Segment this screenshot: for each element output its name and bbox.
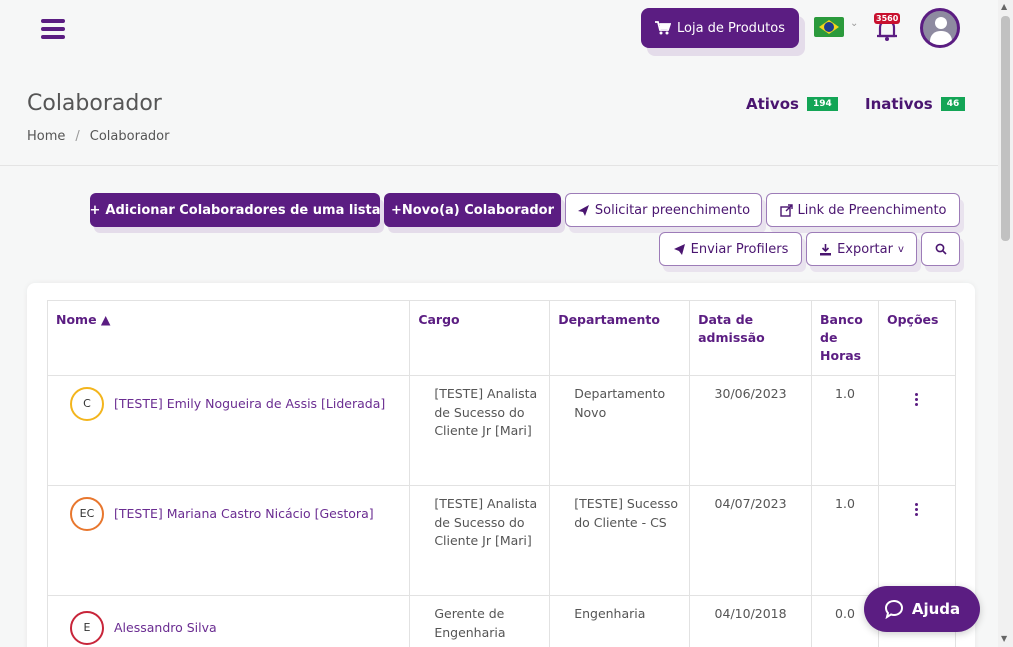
scroll-up-icon[interactable]: ▲ bbox=[1001, 2, 1007, 11]
col-name-header[interactable]: Nome ▲ bbox=[46, 300, 411, 376]
breadcrumb: Home / Colaborador bbox=[27, 129, 169, 144]
add-from-list-button[interactable]: + Adicionar Colaboradores de uma lista bbox=[89, 193, 381, 227]
brazil-flag-icon[interactable] bbox=[814, 17, 844, 37]
inactive-count-badge: 46 bbox=[940, 97, 966, 111]
active-count-badge: 194 bbox=[806, 97, 838, 111]
breadcrumb-home[interactable]: Home bbox=[27, 129, 65, 144]
page-title: Colaborador bbox=[27, 91, 162, 116]
help-button[interactable]: Ajuda bbox=[864, 586, 980, 632]
avatar-initials: EC bbox=[70, 497, 104, 531]
breadcrumb-separator: / bbox=[75, 129, 80, 144]
hours-cell: 1.0 bbox=[811, 485, 879, 596]
fill-link-button[interactable]: Link de Preenchimento bbox=[766, 193, 960, 227]
plane-icon bbox=[577, 204, 589, 216]
send-profilers-label: Enviar Profilers bbox=[690, 241, 789, 257]
employee-name-link[interactable]: [TESTE] Mariana Castro Nicácio [Gestora] bbox=[114, 505, 374, 524]
send-profilers-button[interactable]: Enviar Profilers bbox=[659, 232, 802, 266]
breadcrumb-current: Colaborador bbox=[89, 129, 170, 144]
scrollbar-thumb[interactable] bbox=[1001, 16, 1010, 241]
scrollbar[interactable]: ▲ ▼ bbox=[998, 0, 1013, 647]
col-role-header[interactable]: Cargo bbox=[409, 300, 551, 376]
employees-table: Nome ▲ Cargo Departamento Data de admiss… bbox=[46, 300, 957, 647]
request-fill-label: Solicitar preenchimento bbox=[594, 202, 751, 218]
col-hours-header[interactable]: Banco de Horas bbox=[811, 300, 879, 376]
employee-name-link[interactable]: Alessandro Silva bbox=[114, 619, 217, 638]
request-fill-button[interactable]: Solicitar preenchimento bbox=[565, 193, 762, 227]
col-options-header: Opções bbox=[877, 300, 957, 376]
role-cell: Gerente de Engenharia bbox=[409, 595, 551, 647]
divider bbox=[0, 165, 998, 166]
top-bar: Loja de Produtos ⌄ 3560 bbox=[0, 0, 998, 64]
employee-name-link[interactable]: [TESTE] Emily Nogueira de Assis [Liderad… bbox=[114, 395, 385, 414]
new-employee-label: +Novo(a) Colaborador bbox=[390, 202, 555, 218]
fill-link-label: Link de Preenchimento bbox=[797, 202, 947, 218]
inactive-filter[interactable]: Inativos 46 bbox=[865, 95, 966, 113]
external-link-icon bbox=[779, 203, 793, 217]
scroll-down-icon[interactable]: ▼ bbox=[1001, 634, 1007, 643]
shop-button-label: Loja de Produtos bbox=[677, 20, 785, 36]
search-icon bbox=[935, 243, 947, 255]
col-department-header[interactable]: Departamento bbox=[549, 300, 691, 376]
notification-badge: 3560 bbox=[874, 13, 901, 24]
plus-icon: + bbox=[89, 202, 101, 218]
row-options-icon[interactable] bbox=[887, 503, 947, 516]
active-label: Ativos bbox=[746, 95, 799, 113]
export-dropdown[interactable]: Exportar v bbox=[806, 232, 917, 266]
col-admission-header[interactable]: Data de admissão bbox=[689, 300, 813, 376]
department-cell: [TESTE] Sucesso do Cliente - CS bbox=[549, 485, 691, 596]
department-cell: Departamento Novo bbox=[549, 375, 691, 486]
add-from-list-label: Adicionar Colaboradores de uma lista bbox=[105, 202, 381, 218]
chat-bubble-icon bbox=[884, 599, 903, 619]
new-employee-button[interactable]: +Novo(a) Colaborador bbox=[384, 193, 561, 227]
chevron-down-icon[interactable]: ⌄ bbox=[850, 18, 858, 29]
admission-cell: 30/06/2023 bbox=[689, 375, 813, 486]
help-label: Ajuda bbox=[911, 600, 961, 618]
table-row: E Alessandro Silva Gerente de Engenharia … bbox=[46, 595, 957, 647]
avatar-initials: C bbox=[70, 387, 104, 421]
department-cell: Engenharia bbox=[549, 595, 691, 647]
table-row: EC [TESTE] Mariana Castro Nicácio [Gestor… bbox=[46, 485, 957, 596]
export-label: Exportar bbox=[837, 241, 893, 257]
row-options-icon[interactable] bbox=[887, 393, 947, 406]
admission-cell: 04/10/2018 bbox=[689, 595, 813, 647]
search-button[interactable] bbox=[921, 232, 960, 266]
inactive-label: Inativos bbox=[865, 95, 933, 113]
menu-icon[interactable] bbox=[41, 19, 65, 39]
admission-cell: 04/07/2023 bbox=[689, 485, 813, 596]
download-icon bbox=[820, 243, 832, 255]
role-cell: [TESTE] Analista de Sucesso do Cliente J… bbox=[409, 375, 551, 486]
hours-cell: 1.0 bbox=[811, 375, 879, 486]
chevron-down-icon: v bbox=[897, 243, 904, 255]
cart-icon bbox=[655, 21, 671, 35]
user-avatar[interactable] bbox=[920, 8, 960, 48]
shop-button[interactable]: Loja de Produtos bbox=[641, 8, 799, 48]
send-icon bbox=[673, 243, 685, 255]
avatar-initials: E bbox=[70, 611, 104, 645]
table-header-row: Nome ▲ Cargo Departamento Data de admiss… bbox=[46, 300, 957, 376]
active-filter[interactable]: Ativos 194 bbox=[746, 95, 838, 113]
role-cell: [TESTE] Analista de Sucesso do Cliente J… bbox=[409, 485, 551, 596]
table-row: C [TESTE] Emily Nogueira de Assis [Lidera… bbox=[46, 375, 957, 486]
